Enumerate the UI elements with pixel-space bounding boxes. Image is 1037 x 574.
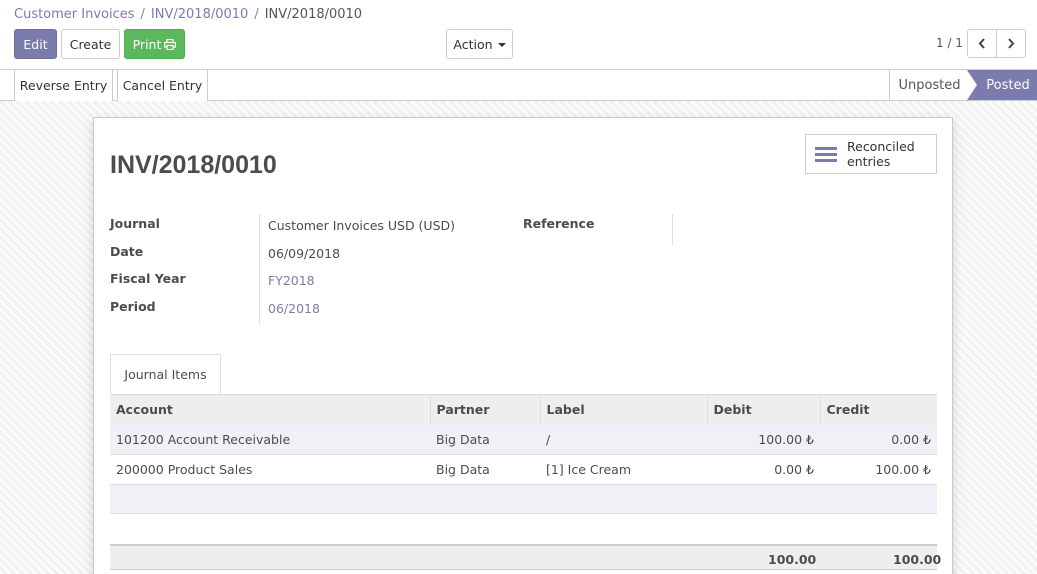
breadcrumb-separator: / bbox=[140, 7, 145, 22]
total-credit: 100.00 bbox=[893, 552, 942, 567]
period-label: Period bbox=[110, 299, 156, 314]
breadcrumb-current: INV/2018/0010 bbox=[264, 7, 363, 22]
chevron-left-icon bbox=[978, 38, 985, 49]
tab-journal-items[interactable]: Journal Items bbox=[110, 354, 221, 394]
cancel-entry-button[interactable]: Cancel Entry bbox=[117, 70, 208, 101]
list-icon bbox=[815, 144, 837, 165]
cell-label: [1] Ice Cream bbox=[540, 454, 707, 485]
breadcrumb-separator: / bbox=[254, 7, 259, 22]
cell-debit: 0.00 ₺ bbox=[707, 454, 820, 485]
cell-partner: Big Data bbox=[430, 454, 540, 485]
journal-label: Journal bbox=[110, 216, 160, 231]
edit-button[interactable]: Edit bbox=[14, 29, 57, 59]
column-header-credit[interactable]: Credit bbox=[820, 394, 937, 425]
breadcrumb-invoice-parent[interactable]: INV/2018/0010 bbox=[151, 7, 248, 22]
pager-next-button[interactable] bbox=[996, 29, 1026, 58]
reconciled-entries-label: Reconciled entries bbox=[847, 139, 915, 169]
create-button[interactable]: Create bbox=[61, 29, 120, 59]
journal-items-table: Account Partner Label Debit Credit 10120… bbox=[110, 394, 937, 514]
cell-label: / bbox=[540, 424, 707, 455]
print-button-label: Print bbox=[132, 36, 162, 52]
cell-debit: 100.00 ₺ bbox=[707, 424, 820, 455]
cell-credit: 100.00 ₺ bbox=[820, 454, 937, 485]
chevron-right-icon bbox=[1008, 38, 1015, 49]
action-label: Action bbox=[453, 36, 493, 52]
record-title: INV/2018/0010 bbox=[110, 151, 277, 179]
table-totals-row: 100.00 100.00 bbox=[110, 544, 941, 570]
reconciled-entries-button[interactable]: Reconciled entries bbox=[805, 134, 937, 174]
caret-down-icon bbox=[497, 42, 506, 47]
cell-account: 200000 Product Sales bbox=[110, 454, 430, 485]
table-header-row: Account Partner Label Debit Credit bbox=[110, 394, 937, 425]
column-header-account[interactable]: Account bbox=[110, 394, 431, 425]
status-bar: Reverse Entry Cancel Entry Unposted Post… bbox=[0, 69, 1037, 101]
form-sheet: Reconciled entries INV/2018/0010 Journal… bbox=[93, 117, 953, 574]
period-link[interactable]: 06/2018 bbox=[268, 301, 320, 316]
fiscal-year-link[interactable]: FY2018 bbox=[268, 273, 315, 288]
cell-partner: Big Data bbox=[430, 424, 540, 455]
cell-account: 101200 Account Receivable bbox=[110, 424, 430, 455]
pager-value: 1 / 1 bbox=[936, 36, 963, 50]
print-button[interactable]: Print bbox=[124, 29, 185, 59]
action-dropdown[interactable]: Action bbox=[446, 29, 513, 59]
column-header-partner[interactable]: Partner bbox=[430, 394, 541, 425]
divider bbox=[672, 214, 673, 245]
breadcrumb-customer-invoices[interactable]: Customer Invoices bbox=[14, 7, 135, 22]
divider bbox=[259, 214, 260, 324]
column-header-debit[interactable]: Debit bbox=[707, 394, 821, 425]
control-panel: Customer Invoices / INV/2018/0010 / INV/2018… bbox=[0, 0, 1037, 70]
breadcrumb: Customer Invoices / INV/2018/0010 / INV/2018… bbox=[14, 7, 362, 22]
date-label: Date bbox=[110, 244, 144, 259]
table-row-empty bbox=[110, 484, 937, 514]
pager-previous-button[interactable] bbox=[967, 29, 997, 58]
column-header-label[interactable]: Label bbox=[540, 394, 708, 425]
date-value: 06/09/2018 bbox=[268, 246, 341, 261]
total-debit: 100.00 bbox=[768, 552, 817, 567]
journal-value: Customer Invoices USD (USD) bbox=[268, 218, 456, 233]
stage-posted[interactable]: Posted bbox=[967, 70, 1037, 100]
cell-credit: 0.00 ₺ bbox=[820, 424, 937, 455]
table-row[interactable]: 200000 Product Sales Big Data [1] Ice Cr… bbox=[110, 454, 937, 485]
printer-icon bbox=[164, 38, 177, 50]
fiscal-year-label: Fiscal Year bbox=[110, 271, 186, 286]
table-row[interactable]: 101200 Account Receivable Big Data / 100… bbox=[110, 424, 937, 455]
stage-unposted[interactable]: Unposted bbox=[889, 70, 969, 100]
reverse-entry-button[interactable]: Reverse Entry bbox=[14, 70, 113, 101]
reference-label: Reference bbox=[523, 216, 595, 231]
